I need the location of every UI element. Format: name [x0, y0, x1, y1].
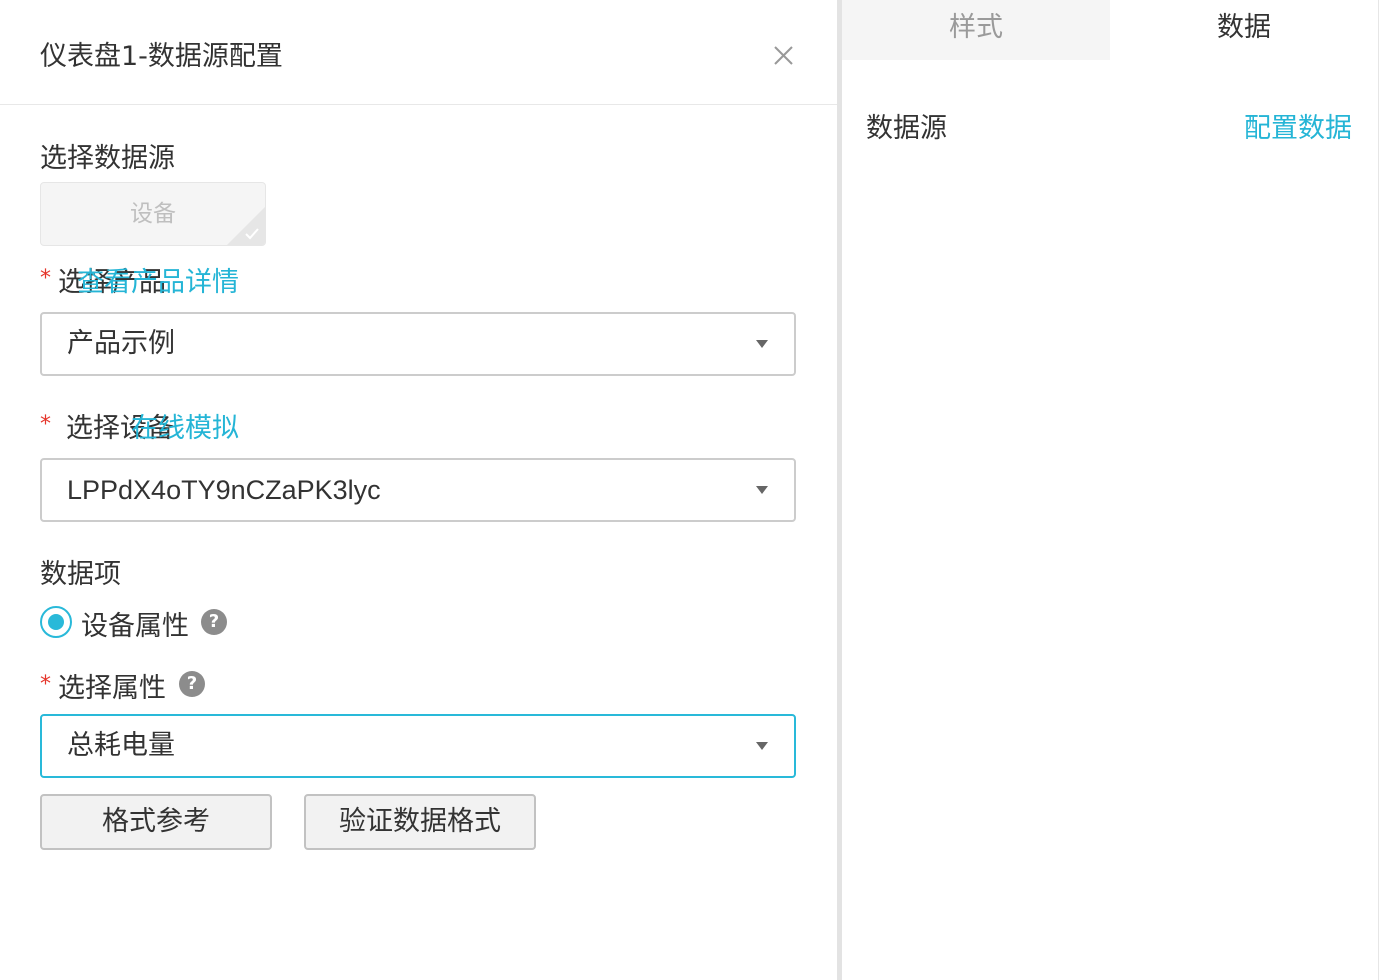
data-source-label: 数据源	[866, 113, 947, 144]
properties-panel: 样式 数据 数据源 配置数据	[842, 0, 1378, 980]
configure-data-link[interactable]: 配置数据	[1244, 106, 1352, 145]
close-button[interactable]	[766, 38, 800, 72]
tab-style[interactable]: 样式	[842, 0, 1110, 60]
view-product-details-link[interactable]: 查看产品详情	[77, 260, 239, 299]
check-icon	[245, 228, 259, 240]
device-select-value: LPPdX4oTY9nCZaPK3lyc	[67, 475, 381, 505]
chevron-down-icon	[756, 486, 768, 494]
device-required-mark: *	[40, 412, 51, 437]
help-icon[interactable]: ?	[179, 671, 205, 697]
device-select[interactable]: LPPdX4oTY9nCZaPK3lyc	[40, 458, 796, 522]
chevron-down-icon	[756, 340, 768, 348]
help-icon[interactable]: ?	[201, 609, 227, 635]
dialog-header: 仪表盘1-数据源配置	[0, 0, 837, 105]
product-select[interactable]: 产品示例	[40, 312, 796, 376]
data-item-label: 数据项	[40, 559, 121, 590]
product-select-value: 产品示例	[67, 328, 175, 359]
tab-data[interactable]: 数据	[1110, 0, 1378, 60]
source-label: 选择数据源	[40, 143, 175, 174]
config-dialog: 仪表盘1-数据源配置 选择数据源 设备 * 选择产品 查看产品详情 产品示例 *…	[0, 0, 837, 980]
property-required-mark: *	[40, 672, 51, 697]
scrollbar[interactable]	[1378, 0, 1394, 980]
product-required-mark: *	[40, 266, 51, 291]
property-select[interactable]: 总耗电量	[40, 714, 796, 778]
device-property-option-label: 设备属性	[81, 611, 189, 642]
property-select-value: 总耗电量	[67, 730, 175, 761]
online-simulation-link[interactable]: 在线模拟	[131, 406, 239, 445]
device-property-radio[interactable]	[40, 606, 72, 638]
radio-dot	[48, 614, 64, 630]
format-reference-button[interactable]: 格式参考	[40, 794, 272, 850]
validate-data-format-button[interactable]: 验证数据格式	[304, 794, 536, 850]
chevron-down-icon	[756, 742, 768, 750]
property-label: 选择属性	[58, 673, 166, 704]
close-icon	[774, 46, 793, 65]
dialog-title: 仪表盘1-数据源配置	[40, 41, 283, 72]
source-chip-device[interactable]: 设备	[40, 182, 266, 246]
